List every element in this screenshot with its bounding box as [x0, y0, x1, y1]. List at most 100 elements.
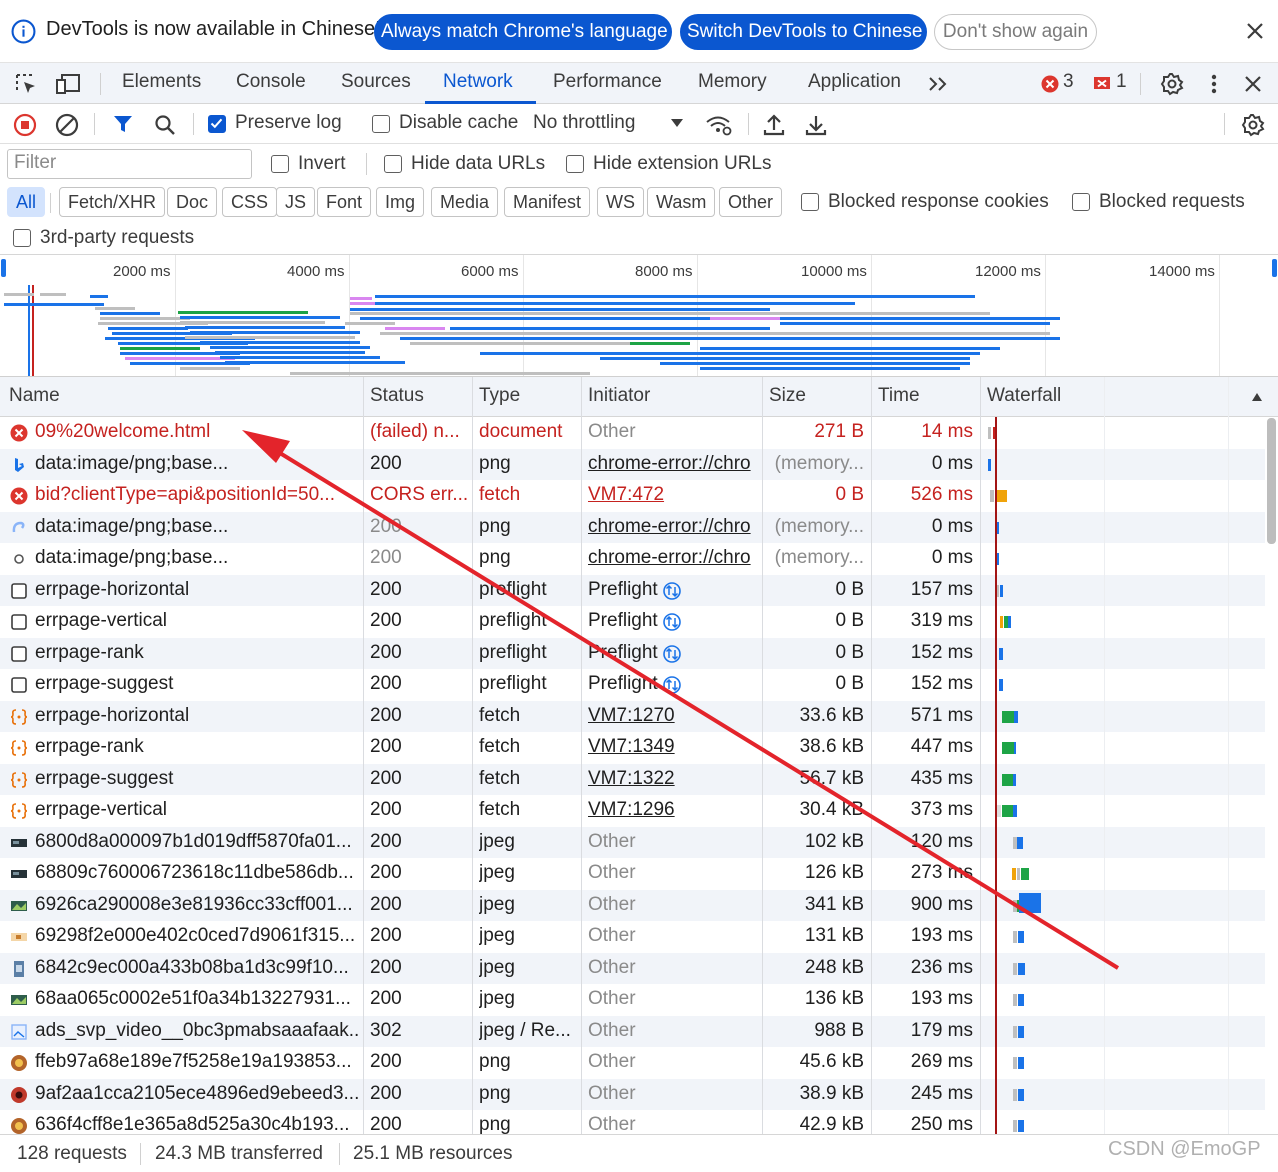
table-row[interactable]: 636f4cff8e1e365a8d525a30c4b193... 200 png O… — [0, 1110, 1265, 1134]
table-row[interactable]: 9af2aa1cca2105ece4896ed9ebeed3... 200 png O… — [0, 1078, 1265, 1110]
request-name[interactable]: 68809c760006723618c11dbe586db... — [35, 862, 360, 884]
request-name[interactable]: 9af2aa1cca2105ece4896ed9ebeed3... — [35, 1083, 360, 1105]
request-name[interactable]: bid?clientType=api&positionId=50... — [35, 484, 360, 506]
throttling-select[interactable]: No throttling — [533, 112, 635, 134]
table-row[interactable]: errpage-suggest 200 fetch VM7:1322 56.7 kB 43… — [0, 763, 1265, 795]
request-initiator[interactable]: Other — [588, 925, 762, 947]
filter-chip-all[interactable]: All — [7, 187, 46, 217]
tab-network[interactable]: Network — [443, 71, 513, 93]
import-har-icon[interactable] — [763, 113, 785, 137]
device-toolbar-icon[interactable] — [54, 72, 82, 96]
filter-chip-css[interactable]: CSS — [222, 187, 278, 217]
table-row[interactable]: errpage-horizontal 200 fetch VM7:1270 33.6 k… — [0, 700, 1265, 732]
request-initiator[interactable]: Other — [588, 1020, 762, 1042]
filter-chip-font[interactable]: Font — [317, 187, 372, 217]
table-row[interactable]: ads_svp_video__0bc3pmabsaaafaak... 302 jpe… — [0, 1015, 1265, 1047]
inspect-element-icon[interactable] — [14, 72, 38, 96]
filter-chip-wasm[interactable]: Wasm — [647, 187, 716, 217]
close-icon[interactable] — [1244, 20, 1266, 42]
request-name[interactable]: ffeb97a68e189e7f5258e19a193853... — [35, 1051, 360, 1073]
column-header-status[interactable]: Status — [370, 385, 424, 407]
column-header-waterfall[interactable]: Waterfall — [987, 385, 1061, 407]
filter-funnel-icon[interactable] — [112, 113, 134, 135]
request-name[interactable]: errpage-horizontal — [35, 579, 360, 601]
network-settings-gear-icon[interactable] — [1241, 113, 1265, 137]
table-row[interactable]: data:image/png;base... 200 png chrome-error… — [0, 448, 1265, 480]
tab-memory[interactable]: Memory — [698, 71, 767, 93]
request-initiator[interactable]: Other — [588, 894, 762, 916]
table-row[interactable]: 6926ca290008e3e81936cc33cff001... 200 jpeg… — [0, 889, 1265, 921]
request-name[interactable]: errpage-rank — [35, 642, 360, 664]
tab-sources[interactable]: Sources — [341, 71, 411, 93]
overview-left-handle[interactable] — [1, 259, 6, 277]
table-row[interactable]: 69298f2e000e402c0ced7d9061f315... 200 jpeg… — [0, 921, 1265, 953]
filter-chip-other[interactable]: Other — [719, 187, 783, 217]
request-initiator[interactable]: Other — [588, 1083, 762, 1105]
table-row[interactable]: bid?clientType=api&positionId=50... CORS … — [0, 480, 1265, 512]
request-initiator[interactable]: VM7:1296 — [588, 799, 762, 821]
request-initiator[interactable]: Other — [588, 1114, 762, 1134]
filter-chip-fetch-xhr[interactable]: Fetch/XHR — [59, 187, 166, 217]
record-stop-icon[interactable] — [13, 113, 37, 137]
invert-checkbox[interactable] — [271, 155, 289, 173]
table-row[interactable]: errpage-rank 200 preflight Preflight 0 B 152 … — [0, 637, 1265, 669]
hide-data-urls-checkbox[interactable] — [384, 155, 402, 173]
always-match-language-button[interactable]: Always match Chrome's language — [374, 14, 672, 50]
filter-chip-doc[interactable]: Doc — [167, 187, 218, 217]
request-initiator[interactable]: chrome-error://chro — [588, 516, 762, 538]
table-row[interactable]: 68809c760006723618c11dbe586db... 200 jpeg O… — [0, 858, 1265, 890]
kebab-menu-icon[interactable] — [1206, 72, 1222, 96]
sort-ascending-icon[interactable] — [1251, 392, 1263, 402]
preflight-link-icon[interactable] — [663, 581, 681, 600]
table-row[interactable]: data:image/png;base... 200 png chrome-error… — [0, 511, 1265, 543]
column-header-size[interactable]: Size — [769, 385, 806, 407]
request-initiator[interactable]: chrome-error://chro — [588, 547, 762, 569]
clear-icon[interactable] — [55, 113, 79, 137]
hide-extension-urls-checkbox[interactable] — [566, 155, 584, 173]
request-name[interactable]: errpage-suggest — [35, 673, 360, 695]
table-row[interactable]: ffeb97a68e189e7f5258e19a193853... 200 png O… — [0, 1047, 1265, 1079]
chevron-down-icon[interactable] — [670, 118, 684, 128]
preflight-link-icon[interactable] — [663, 613, 681, 631]
request-name[interactable]: errpage-vertical — [35, 799, 360, 821]
table-row[interactable]: 68aa065c0002e51f0a34b13227931... 200 jpeg O… — [0, 984, 1265, 1016]
request-name[interactable]: data:image/png;base... — [35, 516, 360, 538]
request-initiator[interactable]: VM7:1349 — [588, 736, 762, 758]
table-row[interactable]: errpage-vertical 200 preflight Preflight 0 B… — [0, 606, 1265, 638]
table-row[interactable]: data:image/png;base... 200 png chrome-error… — [0, 543, 1265, 575]
request-initiator[interactable]: Other — [588, 862, 762, 884]
request-name[interactable]: data:image/png;base... — [35, 547, 360, 569]
table-row[interactable]: errpage-horizontal 200 preflight Preflight 0… — [0, 574, 1265, 606]
table-scrollbar-thumb[interactable] — [1267, 418, 1276, 544]
request-initiator[interactable]: VM7:1270 — [588, 705, 762, 727]
request-name[interactable]: data:image/png;base... — [35, 453, 360, 475]
filter-chip-media[interactable]: Media — [431, 187, 499, 217]
third-party-checkbox[interactable] — [13, 229, 31, 247]
request-initiator[interactable]: VM7:472 — [588, 484, 762, 506]
request-initiator[interactable]: Other — [588, 1051, 762, 1073]
overview-right-handle[interactable] — [1272, 259, 1277, 277]
table-row[interactable]: errpage-vertical 200 fetch VM7:1296 30.4 kB 3… — [0, 795, 1265, 827]
request-name[interactable]: 69298f2e000e402c0ced7d9061f315... — [35, 925, 360, 947]
request-name[interactable]: errpage-horizontal — [35, 705, 360, 727]
request-name[interactable]: errpage-rank — [35, 736, 360, 758]
preflight-link-icon[interactable] — [663, 676, 681, 694]
filter-chip-img[interactable]: Img — [376, 187, 425, 217]
column-header-type[interactable]: Type — [479, 385, 520, 407]
switch-to-chinese-button[interactable]: Switch DevTools to Chinese — [680, 14, 927, 50]
filter-input[interactable]: Filter — [7, 149, 252, 179]
request-name[interactable]: 6800d8a000097b1d019dff5870fa01... — [35, 831, 360, 853]
request-name[interactable]: ads_svp_video__0bc3pmabsaaafaak... — [35, 1020, 360, 1042]
request-initiator[interactable]: Other — [588, 831, 762, 853]
error-icon[interactable] — [1041, 75, 1059, 93]
table-row[interactable]: 09%20welcome.html (failed) n... document Ot… — [0, 417, 1265, 449]
tab-performance[interactable]: Performance — [553, 71, 662, 93]
request-initiator[interactable]: chrome-error://chro — [588, 453, 762, 475]
settings-gear-icon[interactable] — [1160, 72, 1184, 96]
tab-console[interactable]: Console — [236, 71, 306, 93]
blocked-requests-checkbox[interactable] — [1072, 193, 1090, 211]
request-name[interactable]: 6926ca290008e3e81936cc33cff001... — [35, 894, 360, 916]
column-header-time[interactable]: Time — [878, 385, 920, 407]
network-conditions-icon[interactable] — [705, 113, 733, 137]
export-har-icon[interactable] — [805, 113, 827, 137]
